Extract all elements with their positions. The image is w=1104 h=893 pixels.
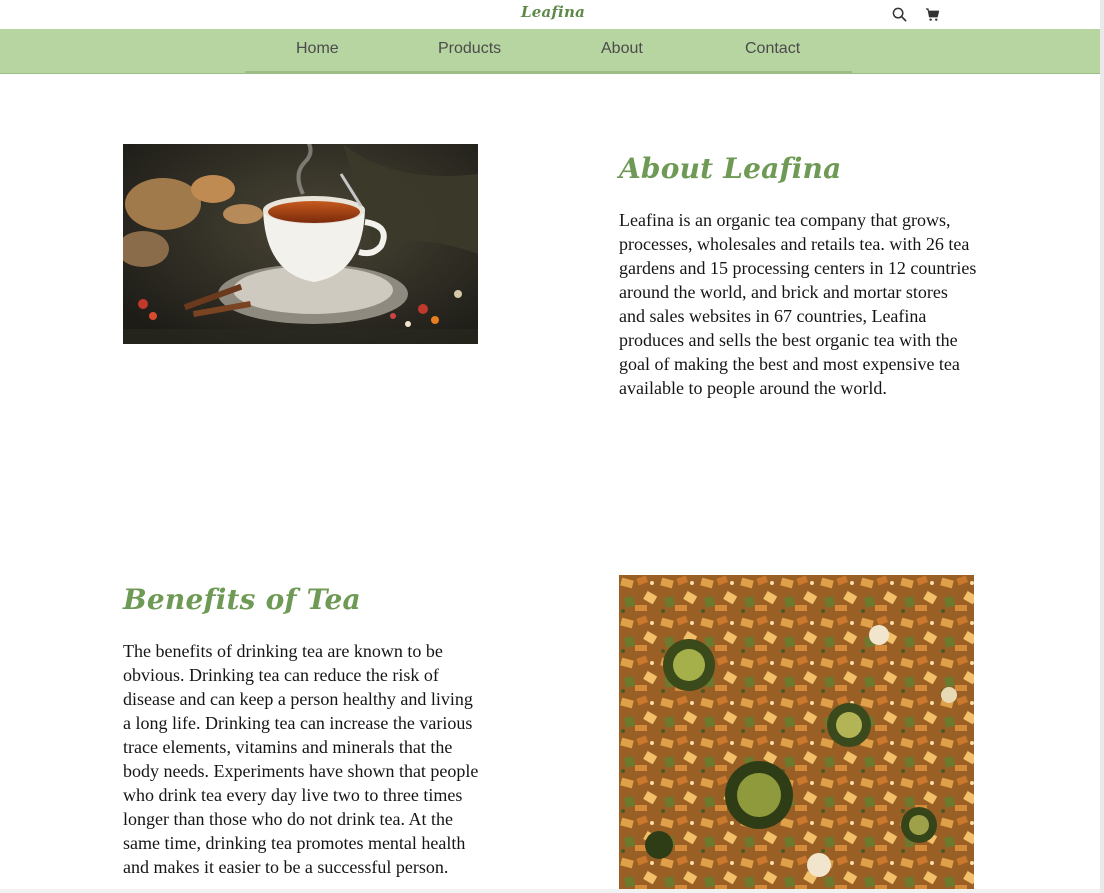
search-icon[interactable] [890, 5, 908, 23]
about-text: Leafina is an organic tea company that g… [619, 210, 977, 398]
nav-home[interactable]: Home [296, 40, 339, 58]
bottom-edge [0, 889, 1100, 893]
herbal-tea-image [619, 575, 974, 893]
window-edge [1100, 0, 1104, 893]
nav-about[interactable]: About [601, 40, 643, 58]
benefits-title: Benefits of Tea [123, 583, 361, 616]
cart-icon[interactable] [923, 5, 941, 23]
about-title: About Leafina [619, 152, 842, 185]
page: Leafina Home Products About Contact Abou… [0, 0, 1104, 893]
main-nav: Home Products About Contact [0, 29, 1100, 74]
benefits-text: The benefits of drinking tea are known t… [123, 641, 479, 877]
tea-cup-image [123, 144, 478, 344]
nav-products[interactable]: Products [438, 40, 501, 58]
nav-contact[interactable]: Contact [745, 40, 800, 58]
nav-underline [245, 71, 852, 74]
brand-logo[interactable]: Leafina [521, 3, 585, 21]
top-header: Leafina [0, 0, 1100, 29]
